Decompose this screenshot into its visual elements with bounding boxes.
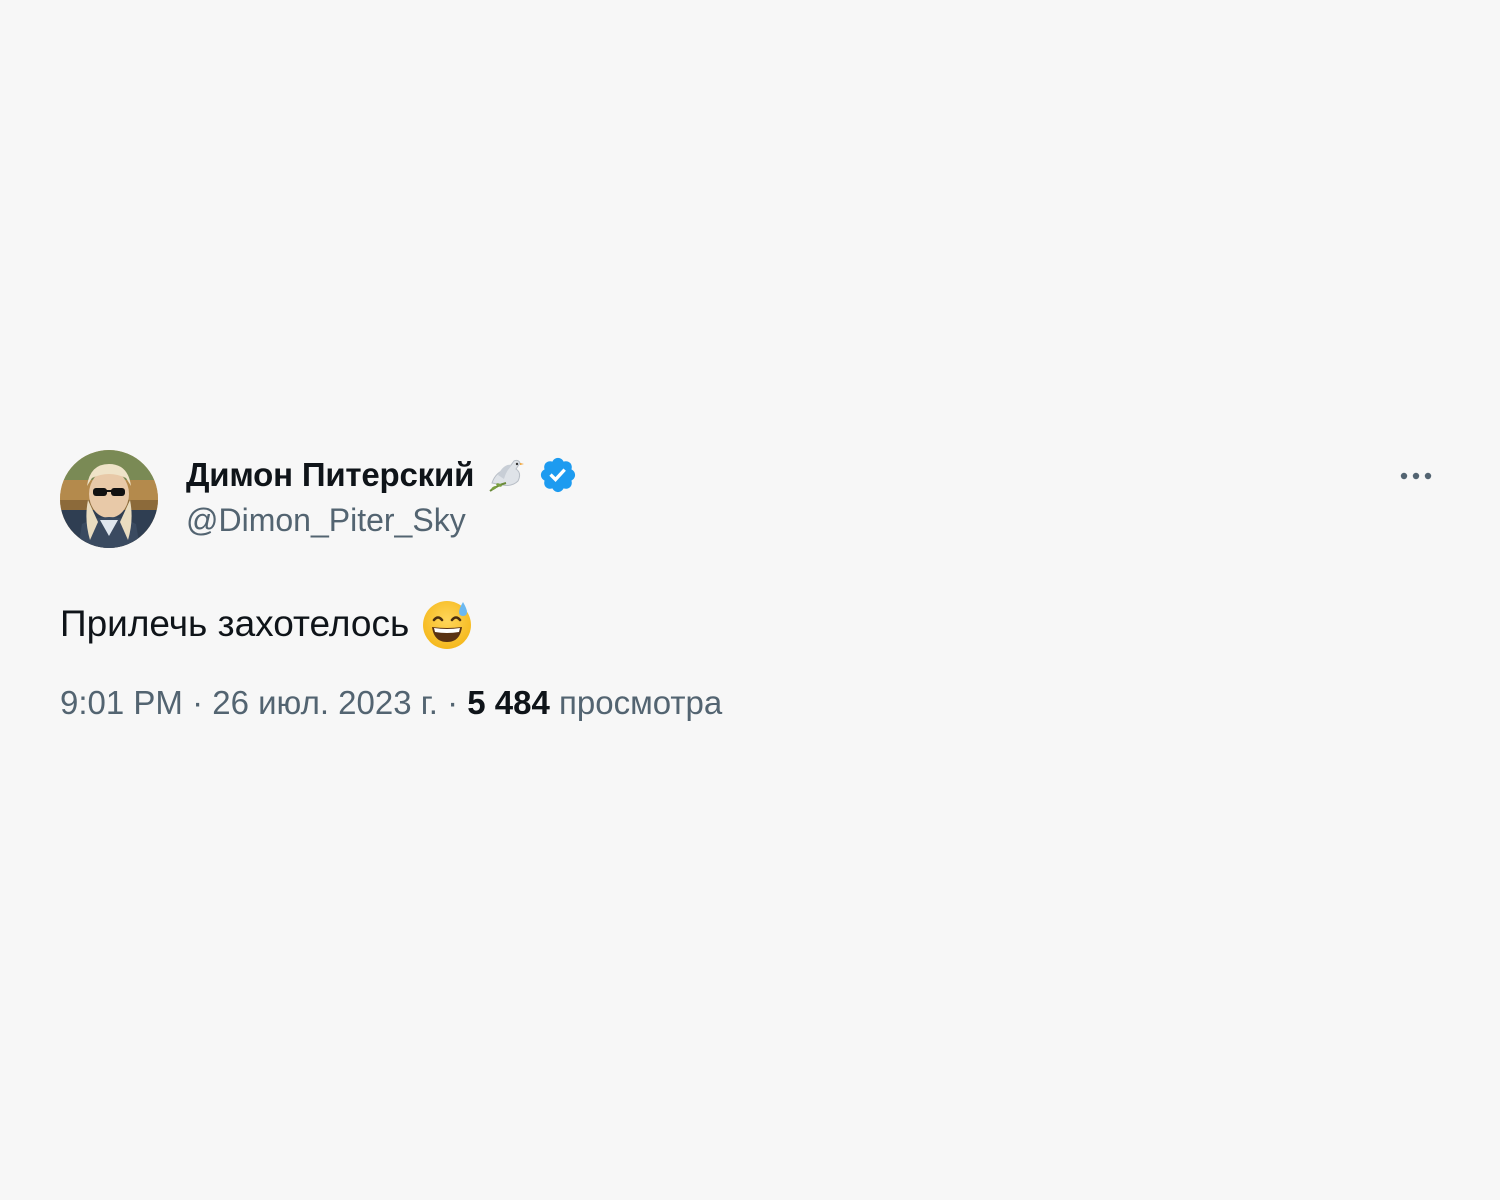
avatar-photo [60, 450, 158, 548]
meta-separator: · [182, 684, 213, 721]
more-options-button[interactable] [1396, 458, 1440, 494]
views-label[interactable]: просмотра [559, 684, 722, 722]
author-names: Димон Питерский @Dimon_Piter_Sky [186, 452, 578, 539]
meta-separator: · [437, 684, 468, 721]
dove-with-olive-branch-icon [489, 459, 525, 492]
avatar[interactable] [60, 450, 158, 548]
tweet-text-content: Прилечь захотелось [60, 603, 410, 644]
tweet-date[interactable]: 26 июл. 2023 г. [212, 684, 438, 722]
name-row: Димон Питерский [186, 452, 578, 498]
views-count[interactable]: 5 484 [467, 684, 550, 722]
more-horizontal-icon [1400, 472, 1432, 480]
verified-badge-icon[interactable] [538, 455, 578, 495]
tweet-header: Димон Питерский @Dimon_Piter_Sky [60, 448, 1440, 548]
tweet-text: Прилечь захотелось [60, 594, 1440, 654]
tweet-meta: 9:01 PM · 26 июл. 2023 г. · 5 484 просмо… [60, 684, 1440, 722]
author-handle[interactable]: @Dimon_Piter_Sky [186, 502, 578, 539]
tweet-time[interactable]: 9:01 PM [60, 684, 183, 722]
grinning-face-with-sweat-icon [423, 601, 472, 649]
tweet-card: Димон Питерский @Dimon_Piter_Sky Прилечь… [60, 448, 1440, 722]
views-spacer [550, 684, 559, 722]
display-name[interactable]: Димон Питерский [186, 456, 474, 494]
